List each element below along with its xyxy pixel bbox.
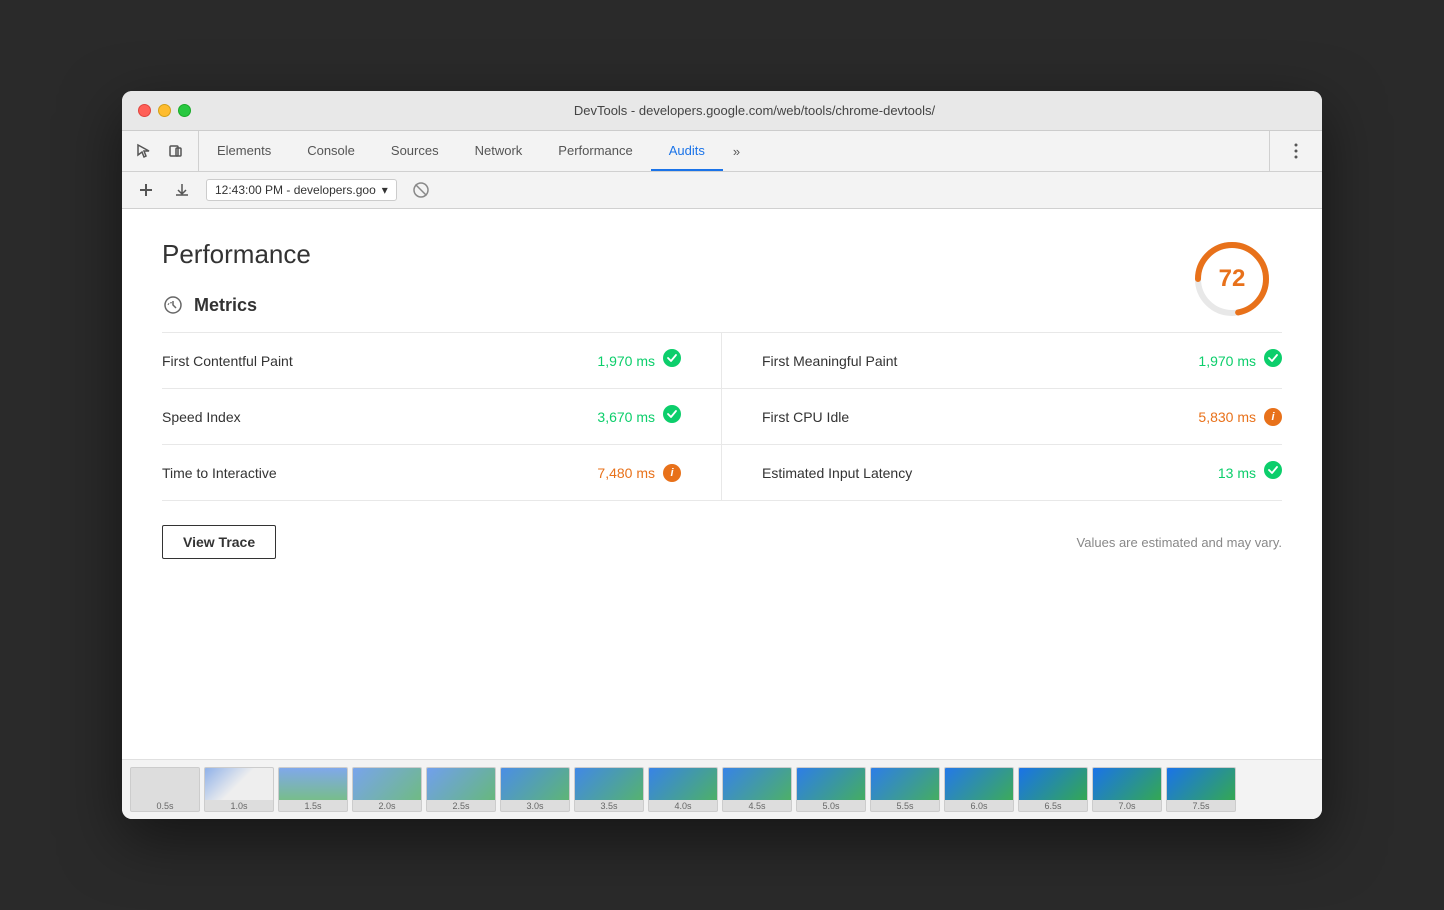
metrics-grid: First Contentful Paint 1,970 ms First Me… [162, 332, 1282, 501]
titlebar: DevTools - developers.google.com/web/too… [122, 91, 1322, 131]
filmstrip-thumb-15: 7.5s [1166, 767, 1236, 812]
tabs: Elements Console Sources Network Perform… [199, 131, 1269, 171]
tab-sources[interactable]: Sources [373, 131, 457, 171]
metric-value-group: 1,970 ms [597, 349, 681, 372]
filmstrip-thumb-12: 6.0s [944, 767, 1014, 812]
filmstrip-thumb-13: 6.5s [1018, 767, 1088, 812]
filmstrip-thumb-5: 2.5s [426, 767, 496, 812]
tab-console[interactable]: Console [289, 131, 373, 171]
filmstrip-thumb-4: 2.0s [352, 767, 422, 812]
inspect-element-button[interactable] [130, 133, 158, 169]
download-button[interactable] [170, 178, 194, 202]
filmstrip-thumb-10: 5.0s [796, 767, 866, 812]
metric-value-group-tti: 7,480 ms i [597, 464, 681, 482]
view-trace-button[interactable]: View Trace [162, 525, 276, 559]
metric-speed-index: Speed Index 3,670 ms [162, 389, 722, 445]
add-audit-button[interactable] [134, 178, 158, 202]
devtools-toolbar: Elements Console Sources Network Perform… [122, 131, 1322, 172]
score-value: 72 [1219, 265, 1246, 293]
window-title: DevTools - developers.google.com/web/too… [203, 103, 1306, 118]
traffic-lights [138, 104, 191, 117]
filmstrip: 0.5s 1.0s 1.5s 2.0s 2.5s 3.0s 3.5s 4.0s [122, 759, 1322, 819]
check-badge-fmp [1264, 349, 1282, 372]
metric-first-cpu-idle: First CPU Idle 5,830 ms i [722, 389, 1282, 445]
filmstrip-thumb-14: 7.0s [1092, 767, 1162, 812]
filmstrip-thumb-3: 1.5s [278, 767, 348, 812]
filmstrip-thumb-11: 5.5s [870, 767, 940, 812]
metric-estimated-input-latency: Estimated Input Latency 13 ms [722, 445, 1282, 501]
check-badge-fcp [663, 349, 681, 372]
metric-value-group-fmp: 1,970 ms [1198, 349, 1282, 372]
tab-network[interactable]: Network [457, 131, 541, 171]
filmstrip-thumb-6: 3.0s [500, 767, 570, 812]
more-tabs-button[interactable]: » [723, 131, 750, 171]
tab-audits[interactable]: Audits [651, 131, 723, 171]
metric-time-to-interactive: Time to Interactive 7,480 ms i [162, 445, 722, 501]
secondary-toolbar: 12:43:00 PM - developers.goo ▾ [122, 172, 1322, 209]
metric-first-meaningful-paint: First Meaningful Paint 1,970 ms [722, 333, 1282, 389]
metric-value-group-si: 3,670 ms [597, 405, 681, 428]
metric-value-group-eil: 13 ms [1218, 461, 1282, 484]
filmstrip-thumb-1: 0.5s [130, 767, 200, 812]
tab-elements[interactable]: Elements [199, 131, 289, 171]
filmstrip-thumb-8: 4.0s [648, 767, 718, 812]
info-badge-tti[interactable]: i [663, 464, 681, 482]
filmstrip-thumb-2: 1.0s [204, 767, 274, 812]
device-toggle-button[interactable] [162, 133, 190, 169]
no-throttle-button[interactable] [409, 178, 433, 202]
check-badge-si [663, 405, 681, 428]
performance-section-title: Performance [162, 239, 1282, 270]
values-note: Values are estimated and may vary. [1077, 535, 1282, 550]
maximize-button[interactable] [178, 104, 191, 117]
devtools-menu-button[interactable] [1282, 133, 1310, 169]
audit-selector[interactable]: 12:43:00 PM - developers.goo ▾ [206, 179, 397, 201]
toolbar-menu [1269, 131, 1322, 171]
metrics-header: Metrics [162, 294, 1282, 316]
score-circle-container: 72 [1192, 239, 1272, 319]
view-trace-area: View Trace Values are estimated and may … [162, 525, 1282, 559]
tab-performance[interactable]: Performance [540, 131, 650, 171]
close-button[interactable] [138, 104, 151, 117]
filmstrip-thumb-7: 3.5s [574, 767, 644, 812]
metrics-title: Metrics [194, 295, 257, 316]
toolbar-icons [122, 131, 199, 171]
metrics-icon [162, 294, 184, 316]
metric-first-contentful-paint: First Contentful Paint 1,970 ms [162, 333, 722, 389]
minimize-button[interactable] [158, 104, 171, 117]
devtools-window: DevTools - developers.google.com/web/too… [122, 91, 1322, 819]
info-badge-fci[interactable]: i [1264, 408, 1282, 426]
main-content: Performance 72 [122, 209, 1322, 759]
filmstrip-thumb-9: 4.5s [722, 767, 792, 812]
metric-value-group-fci: 5,830 ms i [1198, 408, 1282, 426]
check-badge-eil [1264, 461, 1282, 484]
score-circle: 72 [1192, 239, 1272, 319]
